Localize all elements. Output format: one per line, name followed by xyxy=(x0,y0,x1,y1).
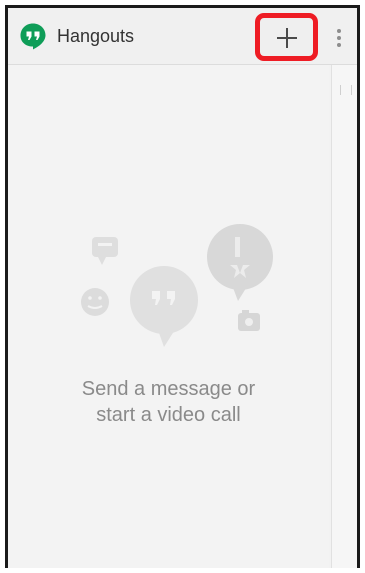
emoji-icon xyxy=(81,288,109,316)
action-bar: Hangouts xyxy=(8,8,357,65)
hangouts-logo-icon xyxy=(20,23,46,50)
message-bubble-icon xyxy=(92,237,118,257)
side-panel-edge xyxy=(331,65,357,568)
hangout-bubble-icon xyxy=(130,266,198,334)
conversation-list-empty: Send a message or start a video call xyxy=(8,65,329,568)
empty-state-message: Send a message or start a video call xyxy=(8,376,329,428)
vertical-ellipsis-icon xyxy=(337,36,341,40)
app-title: Hangouts xyxy=(57,26,135,46)
empty-state-line-1: Send a message or xyxy=(81,378,256,400)
plus-icon xyxy=(277,28,297,48)
chat-bubbles-illustration xyxy=(81,224,273,347)
vertical-ellipsis-icon xyxy=(337,43,341,47)
panel-stub xyxy=(340,85,352,95)
new-conversation-button[interactable] xyxy=(255,13,318,61)
vertical-ellipsis-icon xyxy=(337,29,341,33)
phone-screen: Hangouts Send a message or start a video… xyxy=(5,5,360,568)
empty-state-line-2: start a video call xyxy=(96,404,241,426)
overflow-menu-button[interactable] xyxy=(324,16,354,58)
